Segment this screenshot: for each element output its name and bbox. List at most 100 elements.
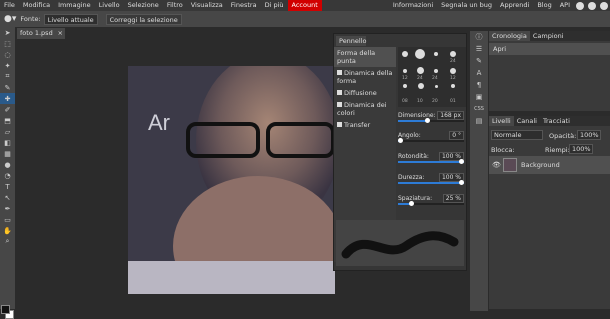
- brush-preset[interactable]: [450, 68, 456, 74]
- menu-livello[interactable]: Livello: [95, 0, 124, 11]
- tab-cronologia[interactable]: Cronologia: [489, 31, 530, 41]
- tab-tracciati[interactable]: Tracciati: [540, 116, 573, 126]
- brush-preset-grid[interactable]: 24 12 24 24 12 08 10 20 01: [398, 47, 466, 107]
- bucket-tool-icon[interactable]: ◧: [0, 137, 15, 148]
- slider-knob[interactable]: [459, 159, 464, 164]
- type-tool-icon[interactable]: T: [0, 181, 15, 192]
- menu-apprendi[interactable]: Apprendi: [496, 0, 533, 11]
- layer-row[interactable]: 👁 Background: [489, 156, 610, 174]
- brush-preset[interactable]: [418, 83, 424, 89]
- correct-selection-button[interactable]: Correggi la selezione: [105, 13, 182, 25]
- history-item[interactable]: Apri: [489, 43, 610, 55]
- menu-account[interactable]: Account: [287, 0, 322, 11]
- brush-tool-icon[interactable]: ✐: [0, 104, 15, 115]
- menu-visualizza[interactable]: Visualizza: [187, 0, 227, 11]
- css-icon[interactable]: CSS: [470, 103, 488, 115]
- blend-mode-select[interactable]: Normale: [491, 130, 543, 140]
- eyedropper-tool-icon[interactable]: ✎: [0, 82, 15, 93]
- gradient-tool-icon[interactable]: ▦: [0, 148, 15, 159]
- crop-tool-icon[interactable]: ⌗: [0, 71, 15, 82]
- brush-preset[interactable]: [434, 52, 438, 56]
- dodge-tool-icon[interactable]: ◔: [0, 170, 15, 181]
- brush-preset[interactable]: [434, 69, 438, 73]
- menu-di-piu[interactable]: Di più: [261, 0, 288, 11]
- slider[interactable]: [398, 138, 464, 143]
- healing-tool-icon[interactable]: ✚: [0, 93, 15, 104]
- info-icon[interactable]: ⓘ: [470, 31, 488, 43]
- menu-filtro[interactable]: Filtro: [163, 0, 187, 11]
- menu-blog[interactable]: Blog: [533, 0, 555, 11]
- checkbox[interactable]: [337, 90, 342, 95]
- slider[interactable]: [398, 118, 464, 123]
- blur-tool-icon[interactable]: ●: [0, 159, 15, 170]
- brush-panel-tab[interactable]: Pennello: [336, 36, 367, 46]
- brush-preset[interactable]: [450, 51, 456, 57]
- brush-preset-icon[interactable]: ●▾: [4, 14, 16, 24]
- brush-preset[interactable]: [417, 67, 424, 74]
- brush-preset[interactable]: [403, 84, 407, 88]
- slider-knob[interactable]: [398, 138, 403, 143]
- checkbox[interactable]: [337, 122, 342, 127]
- slider-knob[interactable]: [425, 118, 431, 123]
- path-select-tool-icon[interactable]: ↖: [0, 192, 15, 203]
- layers-panel-icon[interactable]: ▤: [470, 115, 488, 127]
- character-icon[interactable]: A: [470, 67, 488, 79]
- menu-immagine[interactable]: Immagine: [54, 0, 95, 11]
- menu-selezione[interactable]: Selezione: [124, 0, 163, 11]
- document-tab[interactable]: foto 1.psd ×: [17, 28, 65, 39]
- fonte-select[interactable]: Livello attuale: [43, 13, 98, 25]
- menu-file[interactable]: File: [0, 0, 19, 11]
- brush-preset[interactable]: [415, 49, 425, 59]
- stamp-tool-icon[interactable]: ⬒: [0, 115, 15, 126]
- close-icon[interactable]: ×: [58, 29, 63, 37]
- properties-icon[interactable]: ☰: [470, 43, 488, 55]
- shape-tool-icon[interactable]: ▭: [0, 214, 15, 225]
- opacity-input[interactable]: 100%: [577, 130, 601, 140]
- slider-knob[interactable]: [459, 180, 464, 185]
- quick-select-tool-icon[interactable]: ✦: [0, 60, 15, 71]
- menu-informazioni[interactable]: Informazioni: [389, 0, 437, 11]
- brush-preset[interactable]: [403, 69, 407, 73]
- eraser-tool-icon[interactable]: ▱: [0, 126, 15, 137]
- eye-icon[interactable]: 👁: [492, 161, 501, 169]
- reddit-icon[interactable]: [576, 1, 584, 10]
- slider[interactable]: [398, 201, 464, 206]
- facebook-icon[interactable]: [600, 1, 608, 10]
- tab-campioni[interactable]: Campioni: [530, 31, 567, 41]
- twitter-icon[interactable]: [588, 1, 596, 10]
- fill-input[interactable]: 100%: [569, 144, 593, 154]
- brush-preset[interactable]: [451, 84, 455, 88]
- param-value-input[interactable]: 168 px: [437, 111, 464, 120]
- param-value-input[interactable]: 0 °: [449, 131, 464, 140]
- menu-api[interactable]: API: [556, 0, 574, 11]
- menu-finestra[interactable]: Finestra: [227, 0, 261, 11]
- slider-knob[interactable]: [408, 201, 414, 206]
- section-transfer[interactable]: Transfer: [334, 119, 396, 131]
- brush-preset[interactable]: [435, 85, 438, 88]
- section-dinamica-forma[interactable]: Dinamica della forma: [334, 67, 396, 87]
- hand-tool-icon[interactable]: ✋: [0, 225, 15, 236]
- section-forma-punta[interactable]: Forma della punta: [334, 47, 396, 67]
- slider[interactable]: [398, 180, 464, 185]
- pen-tool-icon[interactable]: ✒: [0, 203, 15, 214]
- zoom-tool-icon[interactable]: ⌕: [0, 236, 15, 247]
- image-canvas[interactable]: Ar: [128, 66, 335, 294]
- lasso-tool-icon[interactable]: ◌: [0, 49, 15, 60]
- menu-segnala-bug[interactable]: Segnala un bug: [437, 0, 496, 11]
- image-icon[interactable]: ▣: [470, 91, 488, 103]
- checkbox[interactable]: [337, 102, 342, 107]
- brush-panel-icon[interactable]: ✎: [470, 55, 488, 67]
- move-tool-icon[interactable]: ➤: [0, 27, 15, 38]
- section-dinamica-colori[interactable]: Dinamica dei colori: [334, 99, 396, 119]
- marquee-tool-icon[interactable]: ⬚: [0, 38, 15, 49]
- section-diffusione[interactable]: Diffusione: [334, 87, 396, 99]
- tab-canali[interactable]: Canali: [514, 116, 540, 126]
- menu-modifica[interactable]: Modifica: [19, 0, 54, 11]
- slider[interactable]: [398, 159, 464, 164]
- paragraph-icon[interactable]: ¶: [470, 79, 488, 91]
- checkbox[interactable]: [337, 70, 342, 75]
- param-value-input[interactable]: 25 %: [442, 194, 464, 203]
- foreground-color-swatch[interactable]: [1, 305, 10, 314]
- tab-livelli[interactable]: Livelli: [489, 116, 514, 126]
- brush-preset[interactable]: [402, 51, 408, 57]
